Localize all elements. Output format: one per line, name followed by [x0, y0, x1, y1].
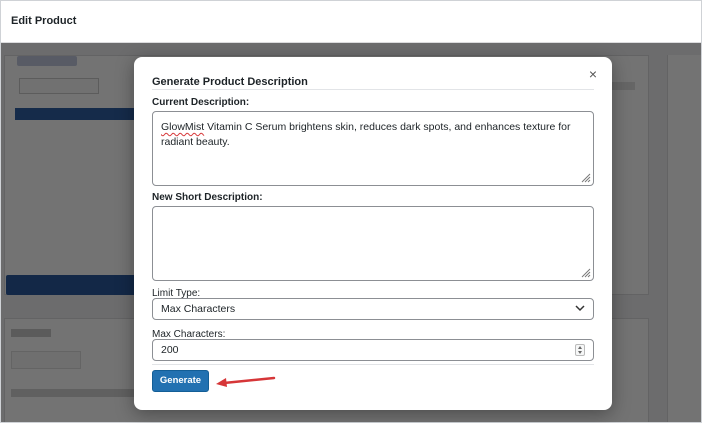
new-short-description-label: New Short Description:	[152, 192, 263, 203]
misspelled-word: GlowMist	[161, 121, 205, 133]
title-divider	[152, 89, 594, 90]
current-description-textarea[interactable]: GlowMist Vitamin C Serum brightens skin,…	[152, 111, 594, 186]
stepper-up-icon[interactable]	[578, 346, 582, 349]
limit-type-select[interactable]: Max Characters	[152, 298, 594, 320]
max-characters-input[interactable]: 200	[152, 339, 594, 361]
current-description-label: Current Description:	[152, 97, 250, 108]
close-icon[interactable]: ×	[586, 67, 600, 81]
annotation-arrow-icon	[216, 376, 276, 387]
top-bar: Edit Product	[1, 1, 701, 43]
new-short-description-textarea[interactable]	[152, 206, 594, 281]
limit-type-selected: Max Characters	[161, 303, 236, 315]
generate-button[interactable]: Generate	[152, 370, 209, 392]
description-text: Vitamin C Serum brightens skin, reduces …	[161, 121, 571, 148]
footer-divider	[152, 364, 594, 365]
modal-title: Generate Product Description	[152, 76, 308, 88]
resize-grip-icon[interactable]	[581, 268, 591, 278]
resize-grip-icon[interactable]	[581, 173, 591, 183]
stepper-down-icon[interactable]	[578, 351, 582, 354]
number-stepper[interactable]	[575, 344, 585, 356]
generate-description-modal: × Generate Product Description Current D…	[134, 57, 612, 410]
max-characters-value: 200	[161, 344, 179, 356]
page-title: Edit Product	[11, 15, 77, 27]
chevron-down-icon	[575, 305, 585, 312]
